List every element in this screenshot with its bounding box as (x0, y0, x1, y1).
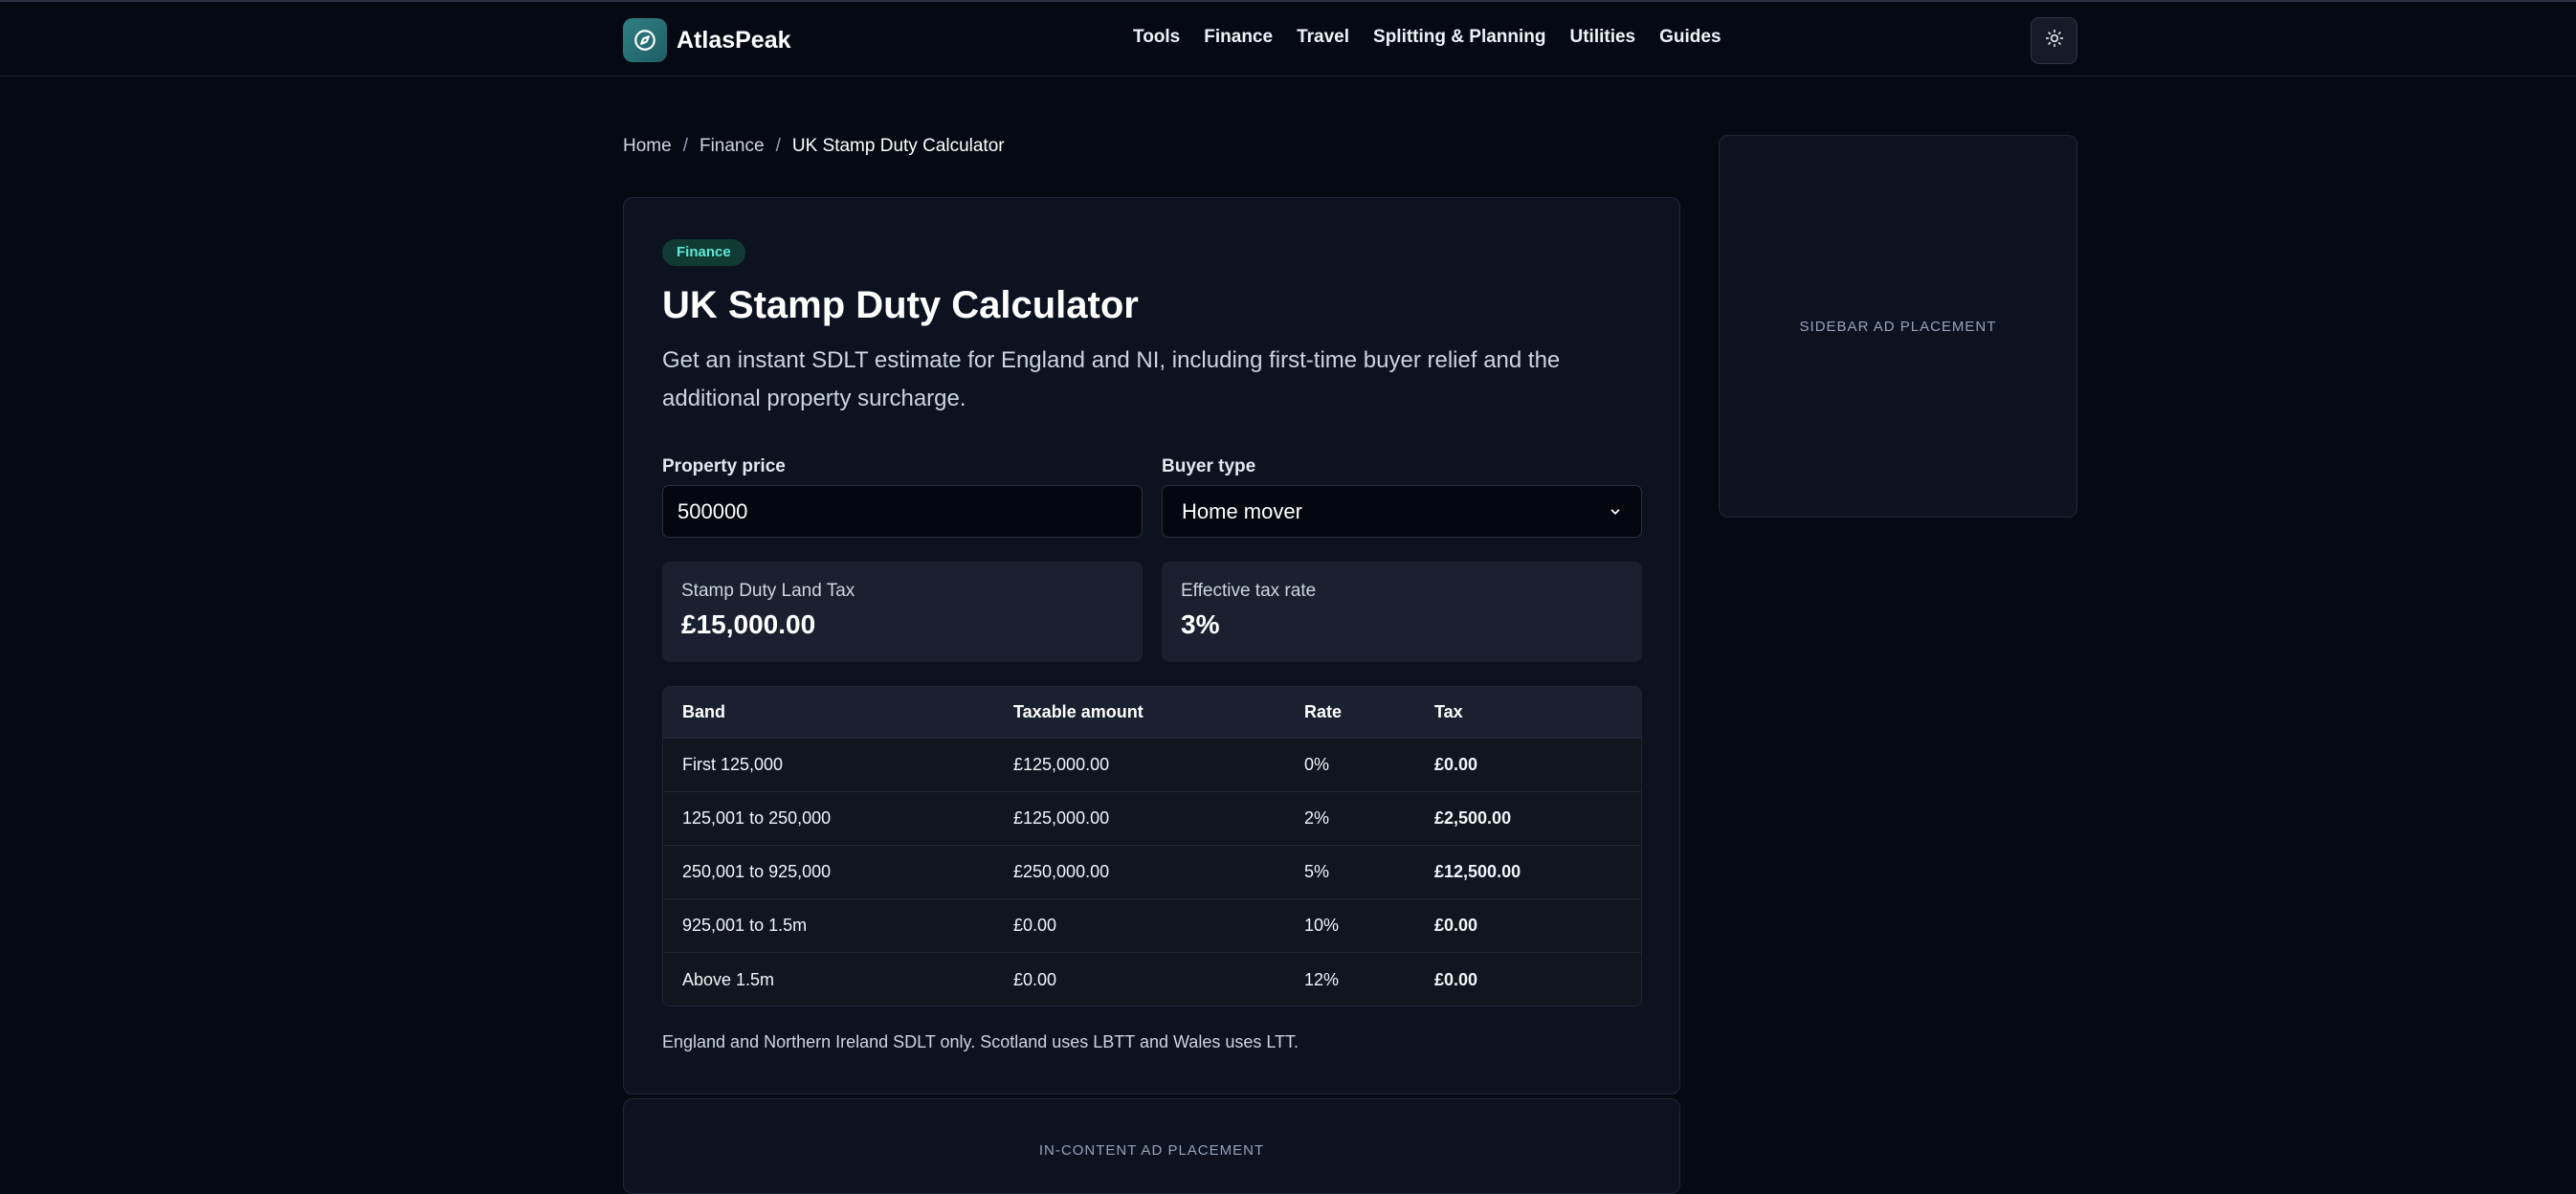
band-cell: First 125,000 (682, 755, 784, 774)
taxable-amount-cell: £250,000.00 (1013, 862, 1110, 881)
band-cell: Above 1.5m (682, 969, 775, 989)
nav-finance[interactable]: Finance (1204, 27, 1273, 48)
table-row: 125,001 to 250,000 £125,000.00 2% £2,500… (663, 792, 1641, 846)
effective-rate-card: Effective tax rate 3% (1162, 562, 1642, 662)
category-badge: Finance (662, 239, 745, 266)
nav-splitting-planning[interactable]: Splitting & Planning (1373, 27, 1545, 48)
calculator-card: Finance UK Stamp Duty Calculator Get an … (623, 197, 1680, 1094)
property-price-label: Property price (662, 456, 786, 476)
nav-travel[interactable]: Travel (1297, 27, 1349, 48)
breadcrumb-separator: / (682, 136, 688, 156)
rate-cell: 0% (1304, 755, 1330, 774)
page-description: Get an instant SDLT estimate for England… (662, 347, 1561, 411)
taxable-amount-cell: £125,000.00 (1013, 755, 1110, 774)
table-row: First 125,000 £125,000.00 0% £0.00 (663, 739, 1641, 792)
buyer-type-value: Home mover (1182, 498, 1302, 523)
rate-cell: 5% (1304, 862, 1330, 881)
buyer-type-select[interactable]: Home mover (1162, 485, 1642, 538)
tax-cell: £12,500.00 (1434, 862, 1521, 881)
rate-cell: 12% (1304, 969, 1340, 989)
table-row: Above 1.5m £0.00 12% £0.00 (663, 953, 1641, 1006)
sun-icon (2045, 29, 2064, 53)
breadcrumb-finance[interactable]: Finance (700, 136, 765, 157)
chevron-down-icon (1609, 499, 1622, 524)
column-header-taxable-amount: Taxable amount (1013, 702, 1144, 721)
column-header-rate: Rate (1304, 702, 1343, 721)
breadcrumb: Home / Finance / UK Stamp Duty Calculato… (623, 136, 1005, 157)
sidebar-ad-placement: SIDEBAR AD PLACEMENT (1719, 135, 2077, 518)
table-header-row: Band Taxable amount Rate Tax (663, 687, 1641, 739)
nav-utilities[interactable]: Utilities (1570, 27, 1636, 48)
tax-bands-table: Band Taxable amount Rate Tax First 125,0… (662, 686, 1642, 1006)
table-row: 250,001 to 925,000 £250,000.00 5% £12,50… (663, 846, 1641, 899)
compass-icon (623, 18, 667, 62)
footnote: England and Northern Ireland SDLT only. … (662, 1032, 1299, 1051)
buyer-type-label: Buyer type (1162, 456, 1256, 476)
breadcrumb-home[interactable]: Home (623, 136, 672, 157)
sdlt-label: Stamp Duty Land Tax (681, 581, 855, 601)
top-navbar: AtlasPeak Tools Finance Travel Splitting… (0, 0, 2576, 77)
band-cell: 125,001 to 250,000 (682, 808, 832, 828)
column-header-band: Band (682, 702, 725, 721)
nav-tools[interactable]: Tools (1133, 27, 1180, 48)
in-content-ad-placement: IN-CONTENT AD PLACEMENT (623, 1098, 1680, 1194)
band-cell: 925,001 to 1.5m (682, 916, 808, 935)
nav-guides[interactable]: Guides (1659, 27, 1721, 48)
taxable-amount-cell: £0.00 (1013, 916, 1057, 935)
taxable-amount-cell: £125,000.00 (1013, 808, 1110, 828)
tax-cell: £0.00 (1434, 916, 1478, 935)
breadcrumb-separator: / (775, 136, 781, 156)
main-nav: Tools Finance Travel Splitting & Plannin… (1133, 27, 1721, 48)
tax-cell: £2,500.00 (1434, 808, 1512, 828)
rate-cell: 2% (1304, 808, 1330, 828)
breadcrumb-current: UK Stamp Duty Calculator (791, 136, 1005, 156)
tax-cell: £0.00 (1434, 755, 1478, 774)
column-header-tax: Tax (1434, 702, 1463, 721)
page-title: UK Stamp Duty Calculator (662, 284, 1139, 326)
theme-toggle-button[interactable] (2031, 17, 2077, 64)
band-cell: 250,001 to 925,000 (682, 862, 832, 881)
property-price-input[interactable] (662, 485, 1143, 538)
sdlt-result-card: Stamp Duty Land Tax £15,000.00 (662, 562, 1143, 662)
effective-rate-value: 3% (1181, 609, 1220, 639)
taxable-amount-cell: £0.00 (1013, 969, 1057, 989)
rate-cell: 10% (1304, 916, 1340, 935)
table-row: 925,001 to 1.5m £0.00 10% £0.00 (663, 899, 1641, 953)
brand-name: AtlasPeak (677, 26, 791, 54)
tax-cell: £0.00 (1434, 969, 1478, 989)
brand-logo[interactable]: AtlasPeak (623, 18, 791, 62)
sdlt-value: £15,000.00 (681, 609, 816, 639)
effective-rate-label: Effective tax rate (1181, 581, 1317, 601)
